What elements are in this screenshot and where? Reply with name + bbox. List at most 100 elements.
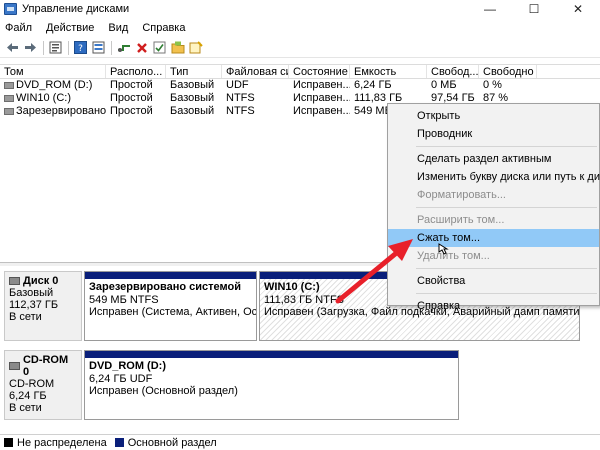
menu-separator [416, 268, 597, 269]
disk-management-icon [4, 3, 17, 15]
delete-icon[interactable] [133, 39, 150, 56]
disk-size: 112,37 ГБ [9, 299, 59, 311]
volume-layout: Простой [110, 79, 153, 91]
disk-size: 6,24 ГБ [9, 390, 47, 402]
column-header-free-percent[interactable]: Свободно % [479, 65, 537, 78]
menu-separator [416, 146, 597, 147]
menu-item-extend-volume[interactable]: Расширить том... [388, 211, 599, 229]
properties-icon[interactable] [47, 39, 64, 56]
hard-disk-icon [9, 277, 20, 285]
legend-swatch-unallocated [4, 438, 13, 447]
minimize-button[interactable]: — [468, 0, 512, 18]
volume-type: Базовый [170, 105, 215, 117]
window-title: Управление дисками [22, 3, 130, 15]
volume-status: Исправен... [293, 92, 350, 104]
folder-icon[interactable] [169, 39, 186, 56]
menu-separator [416, 207, 597, 208]
disk-name: CD-ROM 0 [22, 354, 69, 378]
mouse-cursor-icon [438, 243, 449, 255]
volume-filesystem: UDF [226, 79, 249, 91]
legend-item-unallocated: Не распределена [4, 437, 107, 449]
forward-arrow-icon[interactable] [22, 39, 39, 56]
column-header-capacity[interactable]: Емкость [350, 65, 427, 78]
column-header-layout[interactable]: Располо... [106, 65, 166, 78]
menu-item-open[interactable]: Открыть [388, 107, 599, 125]
partition-system-reserved[interactable]: Зарезервировано системой 549 МБ NTFS Исп… [84, 271, 257, 341]
legend-item-primary: Основной раздел [114, 436, 217, 449]
volume-type: Базовый [170, 92, 215, 104]
volume-filesystem: NTFS [226, 92, 255, 104]
legend: Не распределена Основной раздел [0, 434, 600, 450]
menu-action[interactable]: Действие [46, 22, 94, 34]
menu-help[interactable]: Справка [142, 22, 185, 34]
volume-name: WIN10 (C:) [16, 92, 71, 104]
cd-rom-icon [9, 362, 20, 370]
volume-status: Исправен... [293, 105, 350, 117]
menu-file[interactable]: Файл [5, 22, 32, 34]
menu-item-explorer[interactable]: Проводник [388, 125, 599, 143]
partition-size: 6,24 ГБ UDF [89, 372, 153, 385]
volume-filesystem: NTFS [226, 105, 255, 117]
help-icon[interactable]: ? [72, 39, 89, 56]
volume-capacity: 6,24 ГБ [354, 79, 392, 91]
partition-status: Исправен (Система, Активен, Основн [89, 306, 256, 318]
disk-row-cdrom0: CD-ROM 0 CD-ROM 6,24 ГБ В сети DVD_ROM (… [0, 350, 600, 422]
column-header-filesystem[interactable]: Файловая система [222, 65, 289, 78]
toolbar-separator [111, 40, 112, 55]
volume-drive-icon [4, 108, 14, 115]
volume-type: Базовый [170, 79, 215, 91]
connect-icon[interactable] [115, 39, 132, 56]
volume-free-space: 0 МБ [431, 79, 457, 91]
menu-item-properties[interactable]: Свойства [388, 272, 599, 290]
legend-label: Не распределена [17, 436, 107, 449]
disk-status: В сети [9, 402, 42, 414]
volume-list-icon[interactable] [90, 39, 107, 56]
volume-free-percent: 0 % [483, 79, 502, 91]
menu-item-help[interactable]: Справка [388, 297, 599, 315]
column-header-status[interactable]: Состояние [289, 65, 350, 78]
volume-layout: Простой [110, 92, 153, 104]
column-header-volume[interactable]: Том [0, 65, 106, 78]
menu-view[interactable]: Вид [108, 22, 128, 34]
column-header-type[interactable]: Тип [166, 65, 222, 78]
context-menu: Открыть Проводник Сделать раздел активны… [387, 103, 600, 312]
back-arrow-icon[interactable] [4, 39, 21, 56]
partition-status: Исправен (Основной раздел) [89, 385, 238, 397]
menu-item-delete-volume[interactable]: Удалить том... [388, 247, 599, 265]
volume-drive-icon [4, 82, 14, 89]
table-row[interactable]: DVD_ROM (D:) Простой Базовый UDF Исправе… [0, 79, 600, 92]
menu-bar: Файл Действие Вид Справка [0, 19, 600, 37]
disk-info-cdrom0[interactable]: CD-ROM 0 CD-ROM 6,24 ГБ В сети [4, 350, 82, 420]
volume-status: Исправен... [293, 79, 350, 91]
disk-name: Диск 0 [23, 275, 59, 287]
volume-layout: Простой [110, 105, 153, 117]
disk-status: В сети [9, 311, 42, 323]
wizard-icon[interactable] [187, 39, 204, 56]
partition-dvd-rom[interactable]: DVD_ROM (D:) 6,24 ГБ UDF Исправен (Основ… [84, 350, 459, 420]
legend-swatch-primary [114, 438, 124, 447]
menu-item-shrink-volume[interactable]: Сжать том... [388, 229, 599, 247]
volume-name: DVD_ROM (D:) [16, 79, 93, 91]
toolbar: ? [0, 38, 600, 58]
toolbar-separator [68, 40, 69, 55]
menu-item-mark-active[interactable]: Сделать раздел активным [388, 150, 599, 168]
menu-separator [416, 293, 597, 294]
column-header-free-space[interactable]: Свобод... [427, 65, 479, 78]
volume-name: Зарезервировано... [16, 105, 106, 117]
menu-item-format[interactable]: Форматировать... [388, 186, 599, 204]
check-icon[interactable] [151, 39, 168, 56]
toolbar-separator [43, 40, 44, 55]
volume-list-header: Том Располо... Тип Файловая система Сост… [0, 64, 600, 79]
partition-title: DVD_ROM (D:) [89, 360, 166, 372]
disk-info-disk0[interactable]: Диск 0 Базовый 112,37 ГБ В сети [4, 271, 82, 341]
disk-type: CD-ROM [9, 378, 55, 390]
maximize-button[interactable]: ☐ [512, 0, 556, 18]
svg-text:?: ? [78, 44, 83, 54]
disk-type: Базовый [9, 287, 54, 299]
legend-label: Основной раздел [127, 436, 217, 449]
partition-title: Зарезервировано системой [89, 281, 241, 293]
close-button[interactable]: ✕ [556, 0, 600, 18]
partition-size: 549 МБ NTFS [89, 293, 159, 306]
title-bar: Управление дисками — ☐ ✕ [0, 0, 600, 18]
menu-item-change-drive-letter[interactable]: Изменить букву диска или путь к диску... [388, 168, 600, 186]
